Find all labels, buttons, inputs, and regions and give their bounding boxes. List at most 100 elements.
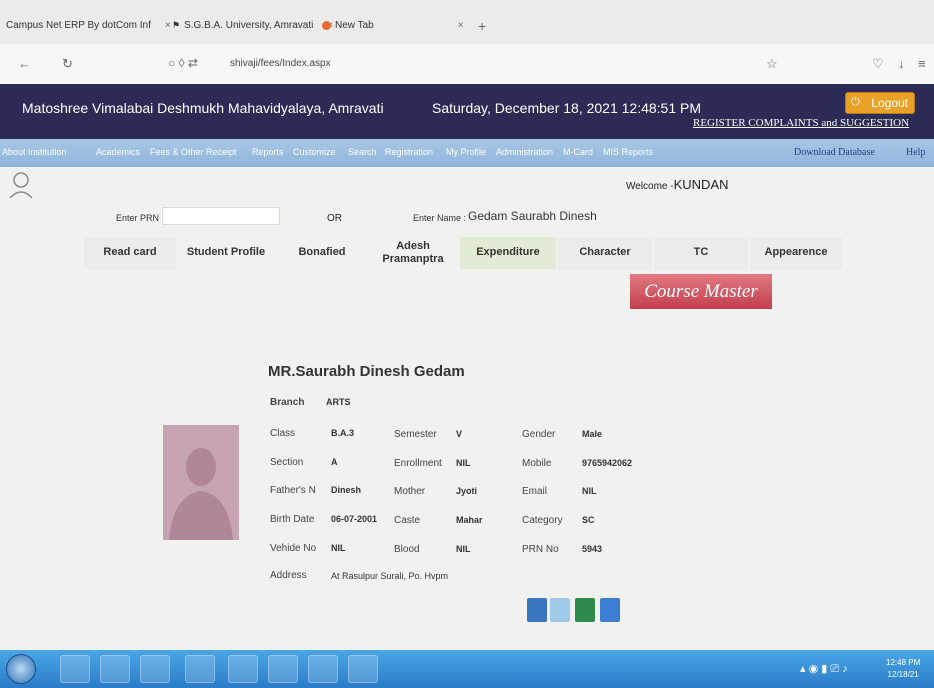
caste-label: Caste [394, 515, 421, 526]
tab-new[interactable]: New Tab × [322, 20, 464, 31]
semester-value: V [456, 429, 463, 439]
enrollment-value: NIL [456, 458, 471, 468]
prn-no-label: PRN No [522, 544, 559, 555]
main-menu: About Institution Academics Fees & Other… [0, 139, 934, 167]
app-icon[interactable] [185, 655, 215, 683]
character-button[interactable]: Character [558, 237, 652, 269]
tab-university[interactable]: ⚑ S.G.B.A. University, Amravati × [172, 20, 333, 31]
student-profile-button[interactable]: Student Profile [178, 237, 274, 269]
clock-date: 12/18/21 [887, 670, 919, 679]
close-icon[interactable]: × [165, 20, 171, 31]
menu-m-card[interactable]: M-Card [563, 147, 593, 157]
clock[interactable]: 12:48 PM 12/18/21 [886, 657, 920, 681]
menu-customize[interactable]: Customize [293, 147, 336, 157]
college-name: Matoshree Vimalabai Deshmukh Mahavidyala… [22, 100, 384, 116]
printer-icon[interactable] [308, 655, 338, 683]
welcome-user: KUNDAN [673, 177, 729, 192]
father-name-label: Father's N [270, 485, 316, 496]
prn-label: Enter PRN : [116, 213, 165, 223]
download-icon[interactable]: ↓ [898, 56, 905, 71]
internet-explorer-icon[interactable] [60, 655, 90, 683]
menu-mis-reports[interactable]: MIS Reports [603, 147, 653, 157]
menu-academics[interactable]: Academics [96, 147, 140, 157]
pocket-icon[interactable]: ♡ [872, 56, 884, 72]
enrollment-label: Enrollment [394, 458, 442, 469]
blood-value: NIL [456, 544, 471, 554]
system-tray-icons[interactable]: ▴ ◉ ▮ ⎚ ♪ [800, 662, 848, 676]
student-photo-placeholder [163, 425, 239, 540]
mobile-value: 9765942062 [582, 458, 633, 468]
caste-value: Mahar [456, 515, 483, 525]
semester-label: Semester [394, 429, 437, 440]
category-value: SC [582, 515, 595, 525]
menu-reports[interactable]: Reports [252, 147, 284, 157]
father-name-value: Dinesh [331, 485, 362, 495]
user-icon [9, 172, 33, 199]
email-value: NIL [582, 486, 597, 496]
prn-input[interactable] [162, 207, 280, 225]
university-icon: ⚑ [172, 20, 181, 30]
bookmark-star-icon[interactable]: ☆ [766, 56, 778, 72]
firefox-icon [322, 21, 331, 30]
logout-label: Logout [871, 96, 908, 110]
menu-my-profile[interactable]: My Profile [446, 147, 486, 157]
new-tab-button[interactable]: + [478, 18, 486, 34]
student-name: MR.Saurabh Dinesh Gedam [268, 363, 465, 380]
share-icon[interactable] [575, 598, 595, 622]
logout-button[interactable]: ⏻ Logout [845, 92, 915, 114]
document-icon[interactable] [268, 655, 298, 683]
start-button[interactable] [6, 654, 36, 684]
menu-registration[interactable]: Registration [385, 147, 433, 157]
vehicle-no-value: NIL [331, 543, 346, 553]
bonafied-button[interactable]: Bonafied [276, 237, 368, 269]
help-link[interactable]: Help [906, 147, 925, 158]
logout-icon: ⏻ [851, 96, 860, 108]
or-label: OR [327, 213, 342, 224]
address-value: At Rasulpur Surali, Po. Hvpm [331, 571, 449, 581]
menu-about-institution[interactable]: About Institution [2, 147, 67, 157]
welcome-prefix: Welcome - [626, 181, 674, 192]
menu-fees[interactable]: Fees & Other Receipt [150, 147, 237, 157]
button-label: Adesh Pramanptra [382, 239, 444, 265]
close-icon[interactable]: × [458, 20, 464, 31]
name-input-value: Gedam Saurabh Dinesh [468, 209, 597, 223]
current-datetime: Saturday, December 18, 2021 12:48:51 PM [432, 100, 702, 116]
twitter-icon[interactable] [550, 598, 570, 622]
tab-campus-net[interactable]: Campus Net ERP By dotCom Inf × [6, 20, 171, 31]
address-label: Address [270, 570, 307, 581]
windows-taskbar: ▴ ◉ ▮ ⎚ ♪ 12:48 PM 12/18/21 [0, 650, 934, 688]
facebook-icon[interactable] [527, 598, 547, 622]
adesh-pramanptra-button[interactable]: Adesh Pramanptra [370, 237, 456, 269]
clock-time: 12:48 PM [886, 658, 921, 667]
course-master-button[interactable]: Course Master [630, 274, 772, 309]
gender-label: Gender [522, 429, 556, 440]
firefox-icon[interactable] [228, 655, 258, 683]
branch-value: ARTS [326, 397, 351, 407]
class-label: Class [270, 428, 296, 439]
back-icon[interactable]: ← [18, 56, 31, 71]
tab-label: S.G.B.A. University, Amravati [184, 20, 314, 31]
tc-button[interactable]: TC [654, 237, 748, 269]
section-value: A [331, 457, 338, 467]
appearence-button[interactable]: Appearence [750, 237, 842, 269]
menu-administration[interactable]: Administration [496, 147, 553, 157]
expenditure-button[interactable]: Expenditure [460, 237, 556, 269]
menu-search[interactable]: Search [348, 147, 377, 157]
chrome-icon[interactable] [140, 655, 170, 683]
menu-icon[interactable]: ≡ [918, 56, 926, 71]
vehicle-no-label: Vehide No [270, 543, 317, 554]
linkedin-icon[interactable] [600, 598, 620, 622]
read-card-button[interactable]: Read card [84, 237, 176, 269]
register-complaints-link[interactable]: REGISTER COMPLAINTS and SUGGESTION [693, 117, 909, 129]
url-field[interactable]: shivaji/fees/Index.aspx [230, 58, 331, 69]
welcome-message: Welcome -KUNDAN [626, 177, 729, 192]
category-label: Category [522, 515, 563, 526]
download-database-link[interactable]: Download Database [794, 147, 875, 158]
window-icon[interactable] [348, 655, 378, 683]
media-player-icon[interactable] [100, 655, 130, 683]
address-bar-row: ← ↻ ○ ◊ ⇄ shivaji/fees/Index.aspx ☆ ♡ ↓ … [0, 44, 934, 84]
button-label: Character [579, 246, 631, 259]
browser-tab-bar: Campus Net ERP By dotCom Inf × ⚑ S.G.B.A… [0, 0, 934, 44]
branch-label: Branch [270, 397, 305, 408]
reload-icon[interactable]: ↻ [62, 56, 73, 72]
